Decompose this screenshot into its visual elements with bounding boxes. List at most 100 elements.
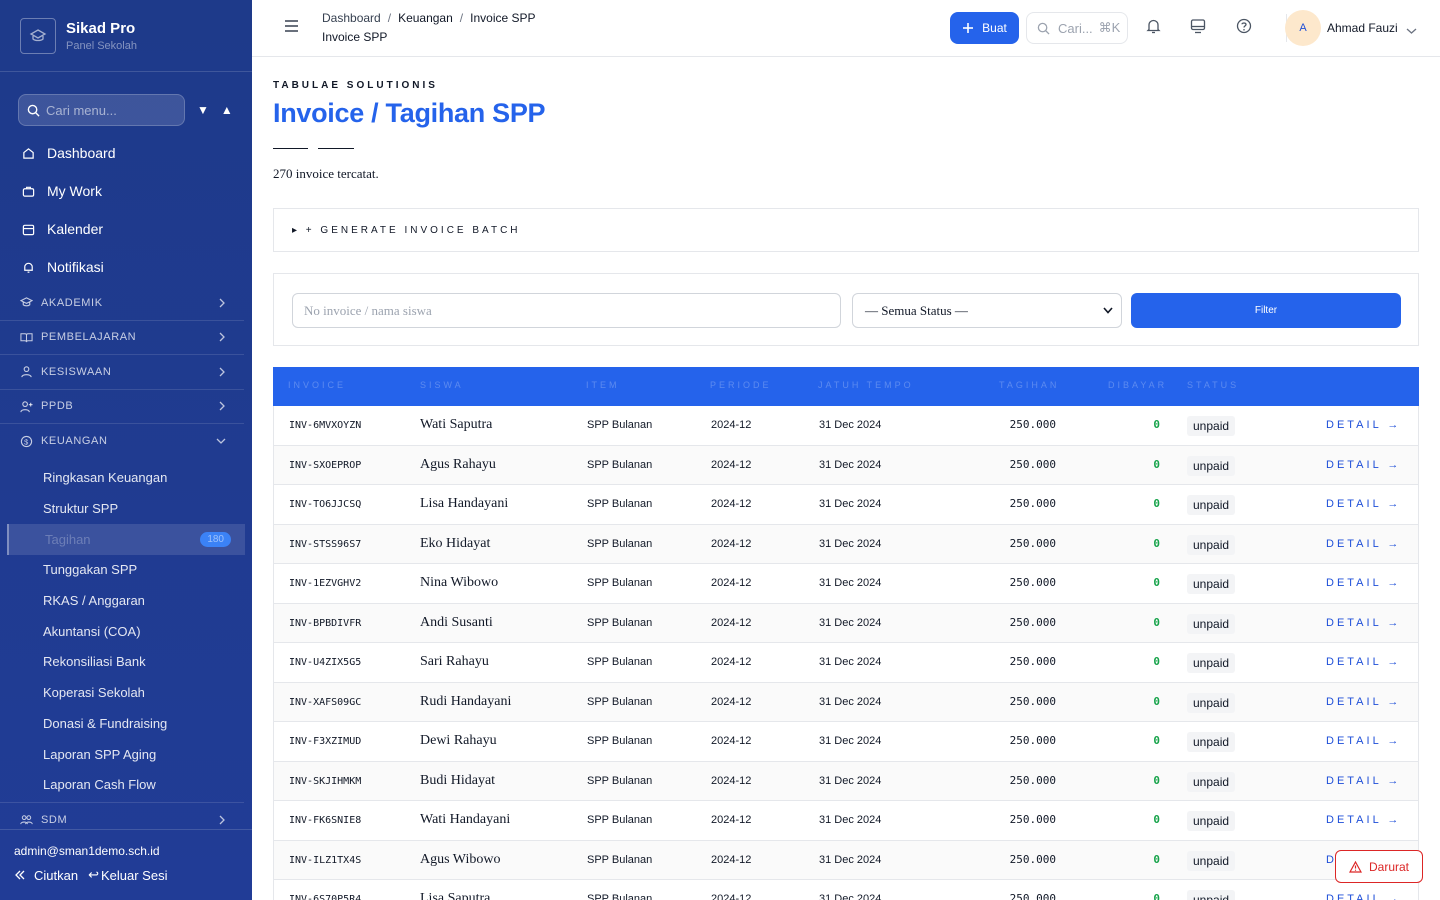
collapse-sidebar-button[interactable]: Ciutkan xyxy=(14,868,78,883)
cell-periode: 2024-12 xyxy=(711,458,752,471)
logout-button[interactable]: ↩ Keluar Sesi xyxy=(88,867,167,883)
detail-link[interactable]: DETAIL → xyxy=(1326,893,1401,900)
menu-search-input[interactable] xyxy=(46,102,176,118)
table-row[interactable]: INV-SXOEPROP Agus Rahayu SPP Bulanan 2024-1… xyxy=(273,445,1419,485)
sidebar-item-laporan-cash-flow[interactable]: Laporan Cash Flow xyxy=(0,769,252,800)
chevron-down-icon[interactable] xyxy=(1406,22,1417,40)
cell-siswa: Eko Hidayat xyxy=(420,535,491,551)
sidebar-item-akuntansi[interactable]: Akuntansi (COA) xyxy=(0,616,252,647)
cell-item: SPP Bulanan xyxy=(587,458,653,471)
detail-link[interactable]: DETAIL → xyxy=(1326,498,1401,510)
table-row[interactable]: INV-FK6SNIE8 Wati Handayani SPP Bulanan 202… xyxy=(273,801,1419,841)
column-header-siswa[interactable]: SISWA xyxy=(420,380,464,390)
breadcrumb-keuangan[interactable]: Keuangan xyxy=(398,11,453,25)
collapse-all-icon[interactable]: ▲ xyxy=(221,103,233,117)
sidebar-group-ppdb[interactable]: PPDB xyxy=(0,390,244,424)
cell-tagihan: 250.000 xyxy=(1009,655,1056,668)
detail-link[interactable]: DETAIL → xyxy=(1326,577,1401,589)
chevron-down-icon xyxy=(1103,307,1113,314)
column-header-jatuh-tempo[interactable]: JATUH TEMPO xyxy=(818,380,914,390)
table-row[interactable]: INV-ILZ1TX4S Agus Wibowo SPP Bulanan 2024-1… xyxy=(273,840,1419,880)
generate-invoice-batch-toggle[interactable]: ▸ + GENERATE INVOICE BATCH xyxy=(273,208,1419,252)
detail-link[interactable]: DETAIL → xyxy=(1326,775,1401,787)
detail-link[interactable]: DETAIL → xyxy=(1326,656,1401,668)
help-icon[interactable] xyxy=(1236,18,1252,39)
sidebar-item-koperasi-sekolah[interactable]: Koperasi Sekolah xyxy=(0,677,252,708)
detail-link[interactable]: DETAIL → xyxy=(1326,696,1401,708)
emergency-button[interactable]: Darurat xyxy=(1335,850,1423,883)
table-row[interactable]: INV-6S70P5R4 Lisa Saputra SPP Bulanan 2024-… xyxy=(273,880,1419,900)
invoice-search-input[interactable] xyxy=(292,293,841,328)
cell-dibayar: 0 xyxy=(1153,536,1160,550)
sidebar-item-laporan-spp-aging[interactable]: Laporan SPP Aging xyxy=(0,739,252,770)
create-button[interactable]: Buat xyxy=(950,12,1019,44)
sidebar-item-my-work[interactable]: My Work xyxy=(0,172,252,210)
breadcrumb-dashboard[interactable]: Dashboard xyxy=(322,11,381,25)
bell-icon[interactable] xyxy=(1146,18,1161,39)
sidebar-item-struktur-spp[interactable]: Struktur SPP xyxy=(0,493,252,524)
sidebar-item-rekonsiliasi-bank[interactable]: Rekonsiliasi Bank xyxy=(0,647,252,678)
user-name[interactable]: Ahmad Fauzi xyxy=(1327,21,1398,35)
detail-link[interactable]: DETAIL → xyxy=(1326,814,1401,826)
table-row[interactable]: INV-XAFS09GC Rudi Handayani SPP Bulanan 202… xyxy=(273,682,1419,722)
cell-tagihan: 250.000 xyxy=(1009,576,1056,589)
sidebar-group-akademik[interactable]: AKADEMIK xyxy=(0,286,244,321)
cell-item: SPP Bulanan xyxy=(587,537,653,550)
table-row[interactable]: INV-STSS96S7 Eko Hidayat SPP Bulanan 2024-1… xyxy=(273,524,1419,564)
cell-periode: 2024-12 xyxy=(711,695,752,708)
sidebar-item-notifikasi[interactable]: Notifikasi xyxy=(0,248,252,286)
table-row[interactable]: INV-1EZVGHV2 Nina Wibowo SPP Bulanan 2024-1… xyxy=(273,564,1419,604)
cell-tagihan: 250.000 xyxy=(1009,734,1056,747)
cell-invoice: INV-6S70P5R4 xyxy=(289,894,362,900)
status-badge: unpaid xyxy=(1187,890,1236,900)
table-row[interactable]: INV-6MVXOYZN Wati Saputra SPP Bulanan 2024-… xyxy=(273,406,1419,446)
column-header-tagihan[interactable]: TAGIHAN xyxy=(999,380,1059,390)
column-header-item[interactable]: ITEM xyxy=(586,380,620,390)
plus-icon xyxy=(963,23,974,33)
sidebar-item-rkas[interactable]: RKAS / Anggaran xyxy=(0,585,252,616)
avatar[interactable]: A xyxy=(1285,10,1321,46)
filter-panel: — Semua Status — Filter xyxy=(273,273,1419,346)
sidebar-group-kesiswaan[interactable]: KESISWAAN xyxy=(0,355,244,390)
status-select[interactable]: — Semua Status — xyxy=(852,293,1122,328)
table-row[interactable]: INV-BPBDIVFR Andi Susanti SPP Bulanan 2024-… xyxy=(273,603,1419,643)
menu-search-box xyxy=(18,94,185,126)
monitor-icon[interactable] xyxy=(1190,18,1206,39)
filter-button[interactable]: Filter xyxy=(1131,293,1401,328)
cell-tagihan: 250.000 xyxy=(1009,536,1056,550)
detail-link[interactable]: DETAIL → xyxy=(1326,538,1401,550)
cell-invoice: INV-SXOEPROP xyxy=(289,459,362,471)
cell-jatuh-tempo: 31 Dec 2024 xyxy=(819,498,882,510)
table-row[interactable]: INV-F3XZIMUD Dewi Rahayu SPP Bulanan 2024-1… xyxy=(273,722,1419,762)
sidebar-item-tunggakan-spp[interactable]: Tunggakan SPP xyxy=(0,555,252,586)
brand[interactable]: Sikad Pro Panel Sekolah xyxy=(0,0,252,72)
menu-icon[interactable] xyxy=(284,19,299,38)
status-badge: unpaid xyxy=(1187,534,1236,555)
column-header-dibayar[interactable]: DIBAYAR xyxy=(1108,380,1167,390)
sidebar-group-label: KESISWAAN xyxy=(41,365,112,378)
detail-link[interactable]: DETAIL → xyxy=(1326,735,1401,747)
sidebar-group-pembelajaran[interactable]: PEMBELAJARAN xyxy=(0,321,244,355)
expand-all-icon[interactable]: ▼ xyxy=(197,103,209,117)
sidebar-group-keuangan[interactable]: $ KEUANGAN xyxy=(0,424,244,459)
sidebar-item-kalender[interactable]: Kalender xyxy=(0,210,252,248)
sidebar-item-tagihan[interactable]: Tagihan 180 xyxy=(7,523,245,555)
table-row[interactable]: INV-SKJIHMKM Budi Hidayat SPP Bulanan 2024-… xyxy=(273,761,1419,801)
detail-link[interactable]: DETAIL → xyxy=(1326,459,1401,471)
sidebar-item-ringkasan-keuangan[interactable]: Ringkasan Keuangan xyxy=(0,463,252,494)
detail-link[interactable]: DETAIL → xyxy=(1326,617,1401,629)
sidebar-item-donasi[interactable]: Donasi & Fundraising xyxy=(0,708,252,739)
book-open-icon xyxy=(20,333,33,342)
table-row[interactable]: INV-TO6JJCSQ Lisa Handayani SPP Bulanan 202… xyxy=(273,485,1419,525)
detail-link[interactable]: DETAIL → xyxy=(1326,419,1401,431)
status-badge: unpaid xyxy=(1187,850,1236,871)
column-header-periode[interactable]: PERIODE xyxy=(710,380,772,390)
sidebar-item-dashboard[interactable]: Dashboard xyxy=(0,134,252,172)
cell-jatuh-tempo: 31 Dec 2024 xyxy=(819,656,882,668)
column-header-invoice[interactable]: INVOICE xyxy=(288,380,346,390)
global-search[interactable]: Cari... ⌘K xyxy=(1026,12,1128,44)
table-row[interactable]: INV-U4ZIX5G5 Sari Rahayu SPP Bulanan 2024-1… xyxy=(273,643,1419,683)
cell-item: SPP Bulanan xyxy=(587,419,653,431)
cell-siswa: Wati Handayani xyxy=(420,812,511,827)
column-header-status[interactable]: STATUS xyxy=(1187,380,1239,390)
